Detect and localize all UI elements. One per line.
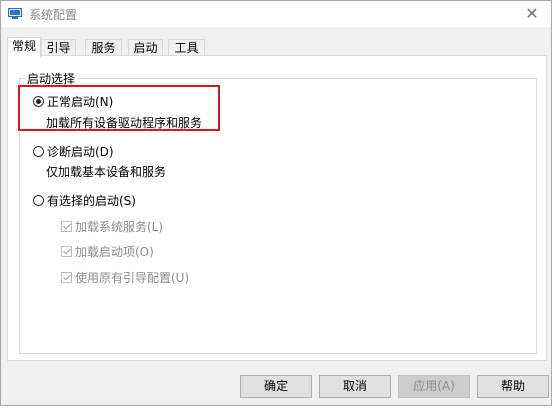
checkbox-load-system-services[interactable]: 加载系统服务(L) — [61, 219, 163, 235]
window-title: 系统配置 — [29, 8, 78, 22]
tab-startup[interactable]: 启动 — [128, 39, 163, 56]
tab-strip: 常规 引导 服务 启动 工具 — [7, 37, 547, 57]
apply-button[interactable]: 应用(A) — [398, 375, 470, 398]
checkbox-label: 加载启动项(O) — [75, 245, 154, 259]
tab-general[interactable]: 常规 — [7, 37, 41, 57]
tab-services[interactable]: 服务 — [85, 39, 122, 56]
checkbox[interactable] — [61, 221, 72, 232]
checkbox[interactable] — [61, 272, 72, 283]
checkbox-label: 使用原有引导配置(U) — [75, 271, 190, 285]
cancel-button[interactable]: 取消 — [319, 375, 391, 398]
checkbox[interactable] — [61, 246, 72, 257]
radio-selective-startup[interactable]: 有选择的启动(S) — [33, 193, 136, 209]
diagnostic-startup-desc: 仅加载基本设备和服务 — [46, 165, 167, 179]
checkbox-load-startup-items[interactable]: 加载启动项(O) — [61, 244, 154, 260]
title-bar: 系统配置 ✕ — [1, 1, 551, 27]
checkbox-label: 加载系统服务(L) — [75, 220, 164, 234]
system-config-window: 系统配置 ✕ 常规 引导 服务 启动 工具 启动选择 正常启动(N) 加载所有设… — [0, 0, 552, 406]
tab-boot[interactable]: 引导 — [41, 39, 76, 56]
help-button[interactable]: 帮助 — [477, 375, 549, 398]
checkbox-use-original-boot-config[interactable]: 使用原有引导配置(U) — [61, 270, 189, 286]
ok-button[interactable]: 确定 — [240, 375, 312, 398]
close-icon[interactable]: ✕ — [523, 5, 541, 23]
app-icon — [8, 8, 22, 19]
tab-tools[interactable]: 工具 — [168, 39, 205, 56]
radio-diagnostic-startup[interactable]: 诊断启动(D) — [33, 144, 114, 160]
radio-button[interactable] — [33, 195, 44, 206]
radio-button[interactable] — [33, 146, 44, 157]
radio-label: 诊断启动(D) — [47, 145, 114, 159]
radio-label: 有选择的启动(S) — [47, 194, 136, 208]
highlight-box — [18, 85, 220, 131]
